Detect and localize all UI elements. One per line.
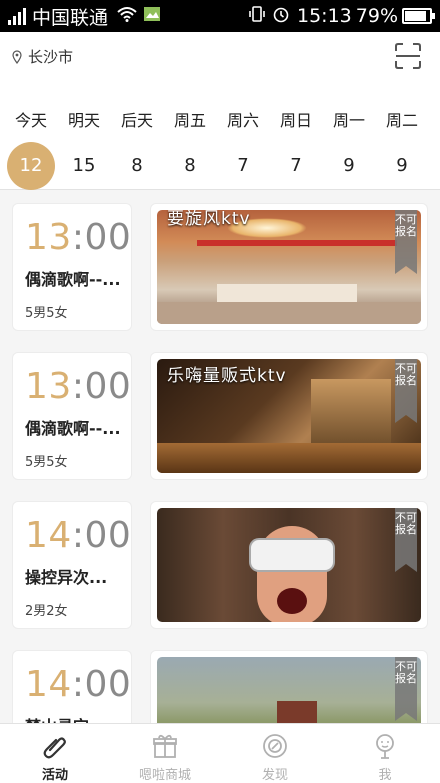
- event-title: 梦山寻宝: [25, 713, 129, 723]
- day-weekday: 明天: [67, 111, 100, 130]
- event-photo[interactable]: 不可报名: [150, 650, 428, 723]
- vibrate-icon: [248, 5, 266, 28]
- battery-icon: [402, 8, 435, 24]
- city-name: 长沙市: [28, 48, 74, 66]
- day-count: 7: [237, 155, 249, 176]
- battery-percent: 79%: [355, 5, 398, 27]
- wifi-icon: [117, 6, 137, 27]
- event-time: 13:00: [25, 365, 131, 409]
- top-bar: 长沙市: [0, 32, 440, 90]
- event-title: 偶滴歌啊--...: [25, 270, 121, 289]
- event-card[interactable]: 13:00 偶滴歌啊--... 5男5女 要旋风ktv 不可报名: [12, 190, 428, 331]
- event-time: 13:00: [25, 216, 131, 260]
- day-weekday: 周六: [226, 111, 259, 130]
- tab-label: 发现: [261, 768, 288, 783]
- person-icon: [376, 734, 394, 759]
- day-weekday: 周日: [279, 111, 312, 130]
- day-weekday: 周五: [173, 111, 206, 130]
- tab-me[interactable]: 我: [330, 724, 440, 783]
- event-title: 偶滴歌啊--...: [25, 419, 121, 438]
- day-weekday: 今天: [14, 111, 47, 130]
- event-hour: 13: [25, 217, 72, 258]
- registration-closed-badge: 不可报名: [395, 210, 417, 274]
- location-selector[interactable]: 长沙市: [12, 46, 73, 67]
- event-list[interactable]: 13:00 偶滴歌啊--... 5男5女 要旋风ktv 不可报名 13:00 偶…: [0, 190, 440, 723]
- event-minute: :00: [71, 664, 132, 705]
- event-photo[interactable]: 乐嗨量贩式ktv 不可报名: [150, 352, 428, 480]
- venue-image: 乐嗨量贩式ktv 不可报名: [157, 359, 421, 473]
- carrier-name: 中国联通: [32, 6, 109, 29]
- event-hour: 14: [25, 515, 72, 556]
- day-count: 12: [7, 142, 55, 190]
- tab-label: 活动: [41, 768, 68, 783]
- venue-image: 不可报名: [157, 657, 421, 723]
- event-people: 5男5女: [25, 455, 68, 470]
- event-card[interactable]: 14:00 操控异次... 2男2女 不可报名: [12, 488, 428, 629]
- tab-label: 嗯啦商城: [138, 768, 191, 783]
- day-count: 8: [184, 155, 196, 176]
- event-time: 14:00: [25, 663, 131, 707]
- day-count: 7: [290, 155, 302, 176]
- event-title: 操控异次...: [25, 568, 108, 587]
- day-count: 9: [396, 155, 408, 176]
- day-count: 8: [131, 155, 143, 176]
- day-count: 15: [72, 155, 96, 176]
- event-minute: :00: [71, 515, 132, 556]
- gift-icon: [153, 734, 177, 758]
- tab-activities[interactable]: 活动: [0, 724, 110, 783]
- event-time: 14:00: [25, 514, 131, 558]
- signal-icon: [8, 7, 26, 25]
- event-people: 2男2女: [25, 604, 68, 619]
- tab-mall[interactable]: 嗯啦商城: [110, 724, 220, 783]
- alarm-icon: [272, 5, 290, 28]
- event-time-box: 13:00 偶滴歌啊--... 5男5女: [12, 352, 132, 480]
- day-selector: 今天 12 明天 15 后天 8 周五 8 周六 7 周日 7 周一 9 周二 9: [0, 90, 440, 190]
- day-weekday: 后天: [120, 111, 153, 130]
- event-time-box: 13:00 偶滴歌啊--... 5男5女: [12, 203, 132, 331]
- event-minute: :00: [71, 217, 132, 258]
- event-people: 5男5女: [25, 306, 68, 321]
- day-weekday: 周二: [385, 111, 418, 130]
- day-count: 9: [343, 155, 355, 176]
- tab-label: 我: [378, 768, 392, 783]
- event-time-box: 14:00 梦山寻宝: [12, 650, 132, 723]
- paperclip-icon: [43, 737, 66, 759]
- bottom-tab-bar: 活动 嗯啦商城 发现 我: [0, 723, 440, 783]
- venue-image: 不可报名: [157, 508, 421, 622]
- scan-qr-icon[interactable]: [394, 42, 422, 70]
- registration-closed-badge: 不可报名: [395, 359, 417, 423]
- event-hour: 13: [25, 366, 72, 407]
- tab-discover[interactable]: 发现: [220, 724, 330, 783]
- event-photo[interactable]: 不可报名: [150, 501, 428, 629]
- event-time-box: 14:00 操控异次... 2男2女: [12, 501, 132, 629]
- day-weekday: 周一: [332, 111, 365, 130]
- clock-time: 15:13: [297, 5, 352, 27]
- notification-image-icon: [143, 6, 161, 27]
- event-card[interactable]: 13:00 偶滴歌啊--... 5男5女 乐嗨量贩式ktv 不可报名: [12, 339, 428, 480]
- venue-caption: 乐嗨量贩式ktv: [167, 366, 287, 386]
- location-pin-icon: [12, 49, 22, 64]
- event-photo[interactable]: 要旋风ktv 不可报名: [150, 203, 428, 331]
- event-hour: 14: [25, 664, 72, 705]
- compass-icon: [263, 734, 287, 758]
- event-minute: :00: [71, 366, 132, 407]
- status-bar: 中国联通 15:13 79%: [0, 0, 440, 32]
- venue-image: 要旋风ktv 不可报名: [157, 210, 421, 324]
- event-card[interactable]: 14:00 梦山寻宝 不可报名: [12, 637, 428, 723]
- registration-closed-badge: 不可报名: [395, 508, 417, 572]
- registration-closed-badge: 不可报名: [395, 657, 417, 721]
- venue-caption: 要旋风ktv: [167, 210, 251, 229]
